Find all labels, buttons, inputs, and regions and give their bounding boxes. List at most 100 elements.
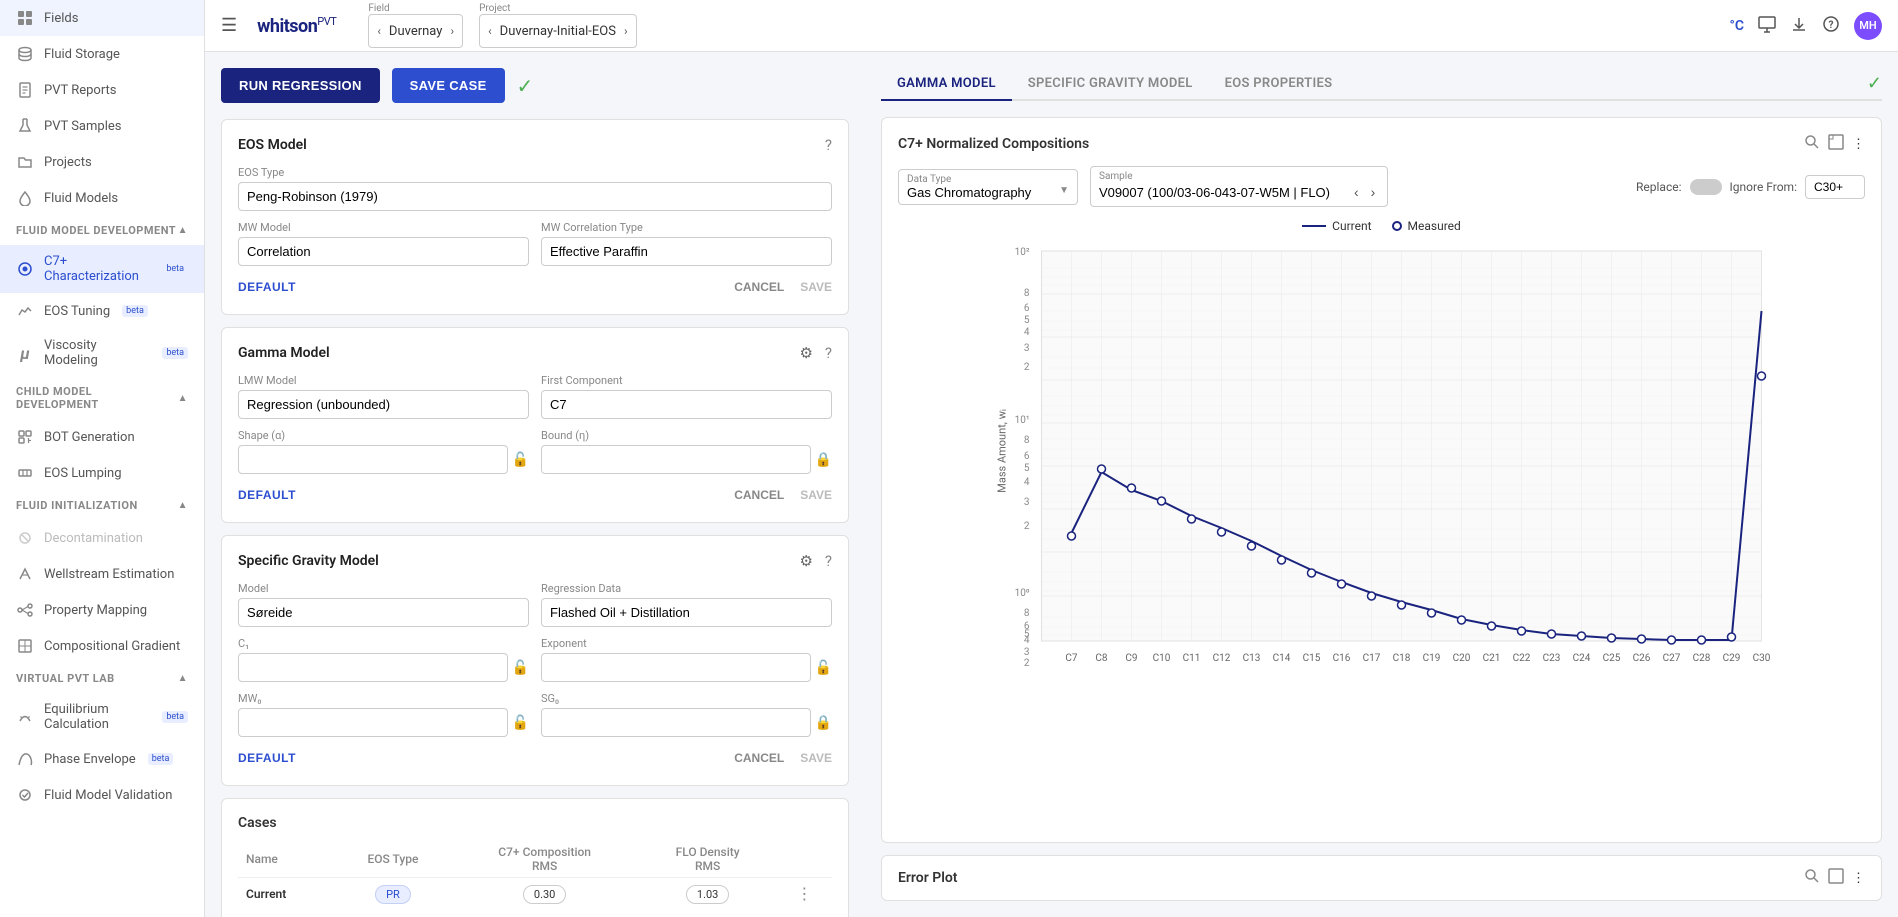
mw0-lock-icon[interactable]: 🔓 xyxy=(512,715,529,731)
data-type-select-group: Data Type Gas Chromatography ▼ xyxy=(898,169,1078,205)
data-type-select[interactable]: Gas Chromatography xyxy=(907,185,1069,200)
field-prev-btn[interactable]: ‹ xyxy=(377,24,381,38)
ignore-from-select[interactable]: C30+ xyxy=(1805,175,1865,199)
sg0-lock-icon[interactable]: 🔒 xyxy=(815,715,832,731)
section-virtual-pvt[interactable]: Virtual PVT Lab ▲ xyxy=(0,664,204,693)
monitor-icon[interactable] xyxy=(1758,15,1776,37)
field-next-btn[interactable]: › xyxy=(450,24,454,38)
project-prev-btn[interactable]: ‹ xyxy=(488,24,492,38)
eos-cancel-button[interactable]: CANCEL xyxy=(734,280,784,294)
chart-expand-icon[interactable] xyxy=(1828,134,1844,154)
shape-lock-icon[interactable]: 🔓 xyxy=(512,452,529,468)
sg-model-title: Specific Gravity Model xyxy=(238,553,379,569)
chart-more-icon[interactable]: ⋮ xyxy=(1852,137,1865,152)
sidebar-item-prop-mapping[interactable]: Property Mapping xyxy=(0,592,204,628)
sidebar-item-phase-env[interactable]: Phase Envelope beta xyxy=(0,741,204,777)
gamma-cancel-button[interactable]: CANCEL xyxy=(734,488,784,502)
hamburger-icon[interactable]: ☰ xyxy=(221,15,237,36)
user-avatar[interactable]: MH xyxy=(1854,12,1882,40)
lmw-select[interactable]: Regression (unbounded) xyxy=(238,390,529,419)
sg-help-icon[interactable]: ? xyxy=(825,552,832,570)
sidebar-item-comp-grad[interactable]: Compositional Gradient xyxy=(0,628,204,664)
sidebar-item-fluid-storage[interactable]: Fluid Storage xyxy=(0,36,204,72)
case-more-button[interactable]: ⋮ xyxy=(796,884,812,903)
chart-filter-row: Data Type Gas Chromatography ▼ Sample V0… xyxy=(898,166,1865,207)
sample-prev-button[interactable]: ‹ xyxy=(1350,182,1363,202)
gamma-right-actions: CANCEL SAVE xyxy=(734,488,832,502)
mw-model-select[interactable]: Correlation xyxy=(238,237,529,266)
gamma-settings-icon[interactable]: ⚙ xyxy=(799,344,812,362)
sidebar-item-equil-calc[interactable]: Equilibrium Calculation beta xyxy=(0,693,204,741)
save-case-button[interactable]: SAVE CASE xyxy=(392,68,505,103)
tab-eos-properties[interactable]: EOS PROPERTIES xyxy=(1209,68,1349,101)
shape-input[interactable]: 0.571492 xyxy=(238,445,508,474)
gamma-default-button[interactable]: DEFAULT xyxy=(238,484,296,506)
measured-dot-c8 xyxy=(1098,465,1106,473)
error-plot-expand-icon[interactable] xyxy=(1828,868,1844,888)
measured-dot-c26 xyxy=(1638,635,1646,643)
svg-text:C20: C20 xyxy=(1453,653,1471,664)
svg-text:C7: C7 xyxy=(1065,653,1078,664)
sample-next-button[interactable]: › xyxy=(1367,182,1380,202)
legend-measured-dot xyxy=(1392,221,1402,231)
gamma-save-button[interactable]: SAVE xyxy=(800,488,832,502)
bound-input[interactable]: 98 xyxy=(541,445,811,474)
sidebar-item-eos-tuning[interactable]: EOS Tuning beta xyxy=(0,293,204,329)
sidebar-item-fluid-val[interactable]: Fluid Model Validation xyxy=(0,777,204,813)
section-child-model-dev[interactable]: Child Model Development ▲ xyxy=(0,377,204,419)
sidebar-item-c7-char[interactable]: C7+ Characterization beta xyxy=(0,245,204,293)
mw0-input[interactable]: 66 xyxy=(238,708,508,737)
sg-cancel-button[interactable]: CANCEL xyxy=(734,751,784,765)
chart-search-icon[interactable] xyxy=(1804,134,1820,154)
error-plot-search-icon[interactable] xyxy=(1804,868,1820,888)
sidebar-item-eos-lumping[interactable]: EOS Lumping xyxy=(0,455,204,491)
sg-save-button[interactable]: SAVE xyxy=(800,751,832,765)
sg0-group: SG₀ 0.2855 🔒 xyxy=(541,692,832,737)
project-next-btn[interactable]: › xyxy=(624,24,628,38)
tab-sg-model[interactable]: SPECIFIC GRAVITY MODEL xyxy=(1012,68,1209,101)
sg-model-select[interactable]: Søreide xyxy=(238,598,529,627)
eos-default-button[interactable]: DEFAULT xyxy=(238,276,296,298)
sidebar-item-bot-gen[interactable]: BOT Generation xyxy=(0,419,204,455)
gamma-help-icon[interactable]: ? xyxy=(825,344,832,362)
eos-model-help-icon[interactable]: ? xyxy=(825,136,832,154)
section-fluid-init[interactable]: Fluid Initialization ▲ xyxy=(0,491,204,520)
section-fluid-model-dev[interactable]: Fluid Model Development ▲ xyxy=(0,216,204,245)
first-comp-select[interactable]: C7 xyxy=(541,390,832,419)
reg-data-select[interactable]: Flashed Oil + Distillation xyxy=(541,598,832,627)
eos-type-select[interactable]: Peng-Robinson (1979) xyxy=(238,182,832,211)
chart-legend: Current Measured xyxy=(898,219,1865,233)
run-regression-button[interactable]: RUN REGRESSION xyxy=(221,68,380,103)
sg-settings-icon[interactable]: ⚙ xyxy=(799,552,812,570)
c1-input[interactable]: 0.271234 xyxy=(238,653,508,682)
exponent-lock-icon[interactable]: 🔓 xyxy=(815,660,832,676)
sidebar-item-projects[interactable]: Projects xyxy=(0,144,204,180)
mw-corr-select[interactable]: Effective Paraffin xyxy=(541,237,832,266)
sidebar-item-fields[interactable]: Fields xyxy=(0,0,204,36)
replace-toggle[interactable] xyxy=(1690,179,1722,195)
help-icon[interactable]: ? xyxy=(1822,15,1840,37)
download-icon[interactable] xyxy=(1790,15,1808,37)
sg0-input[interactable]: 0.2855 xyxy=(541,708,811,737)
bound-lock-icon[interactable]: 🔒 xyxy=(815,452,832,468)
sidebar-label-viscosity: Viscosity Modeling xyxy=(44,338,150,368)
eos-save-button[interactable]: SAVE xyxy=(800,280,832,294)
c1-lock-icon[interactable]: 🔓 xyxy=(512,660,529,676)
svg-text:2: 2 xyxy=(1024,362,1030,373)
sidebar-item-wellstream[interactable]: Wellstream Estimation xyxy=(0,556,204,592)
svg-text:10¹: 10¹ xyxy=(1015,415,1030,426)
sidebar-label-fluid-val: Fluid Model Validation xyxy=(44,788,172,803)
sample-select[interactable]: V09007 (100/03-06-043-07-W5M | FLO) xyxy=(1099,185,1346,200)
sidebar-item-viscosity[interactable]: μ Viscosity Modeling beta xyxy=(0,329,204,377)
svg-text:4: 4 xyxy=(1024,477,1030,488)
tab-gamma-model[interactable]: GAMMA MODEL xyxy=(881,68,1012,101)
temp-unit-display[interactable]: °C xyxy=(1729,18,1744,34)
sidebar-item-fluid-models[interactable]: Fluid Models xyxy=(0,180,204,216)
sg-default-button[interactable]: DEFAULT xyxy=(238,747,296,769)
error-plot-more-icon[interactable]: ⋮ xyxy=(1852,871,1865,886)
sidebar-item-pvt-reports[interactable]: PVT Reports xyxy=(0,72,204,108)
svg-text:4: 4 xyxy=(1024,327,1030,338)
exponent-input[interactable]: 0.137284 xyxy=(541,653,811,682)
measured-dot-c23 xyxy=(1548,630,1556,638)
sidebar-item-pvt-samples[interactable]: PVT Samples xyxy=(0,108,204,144)
